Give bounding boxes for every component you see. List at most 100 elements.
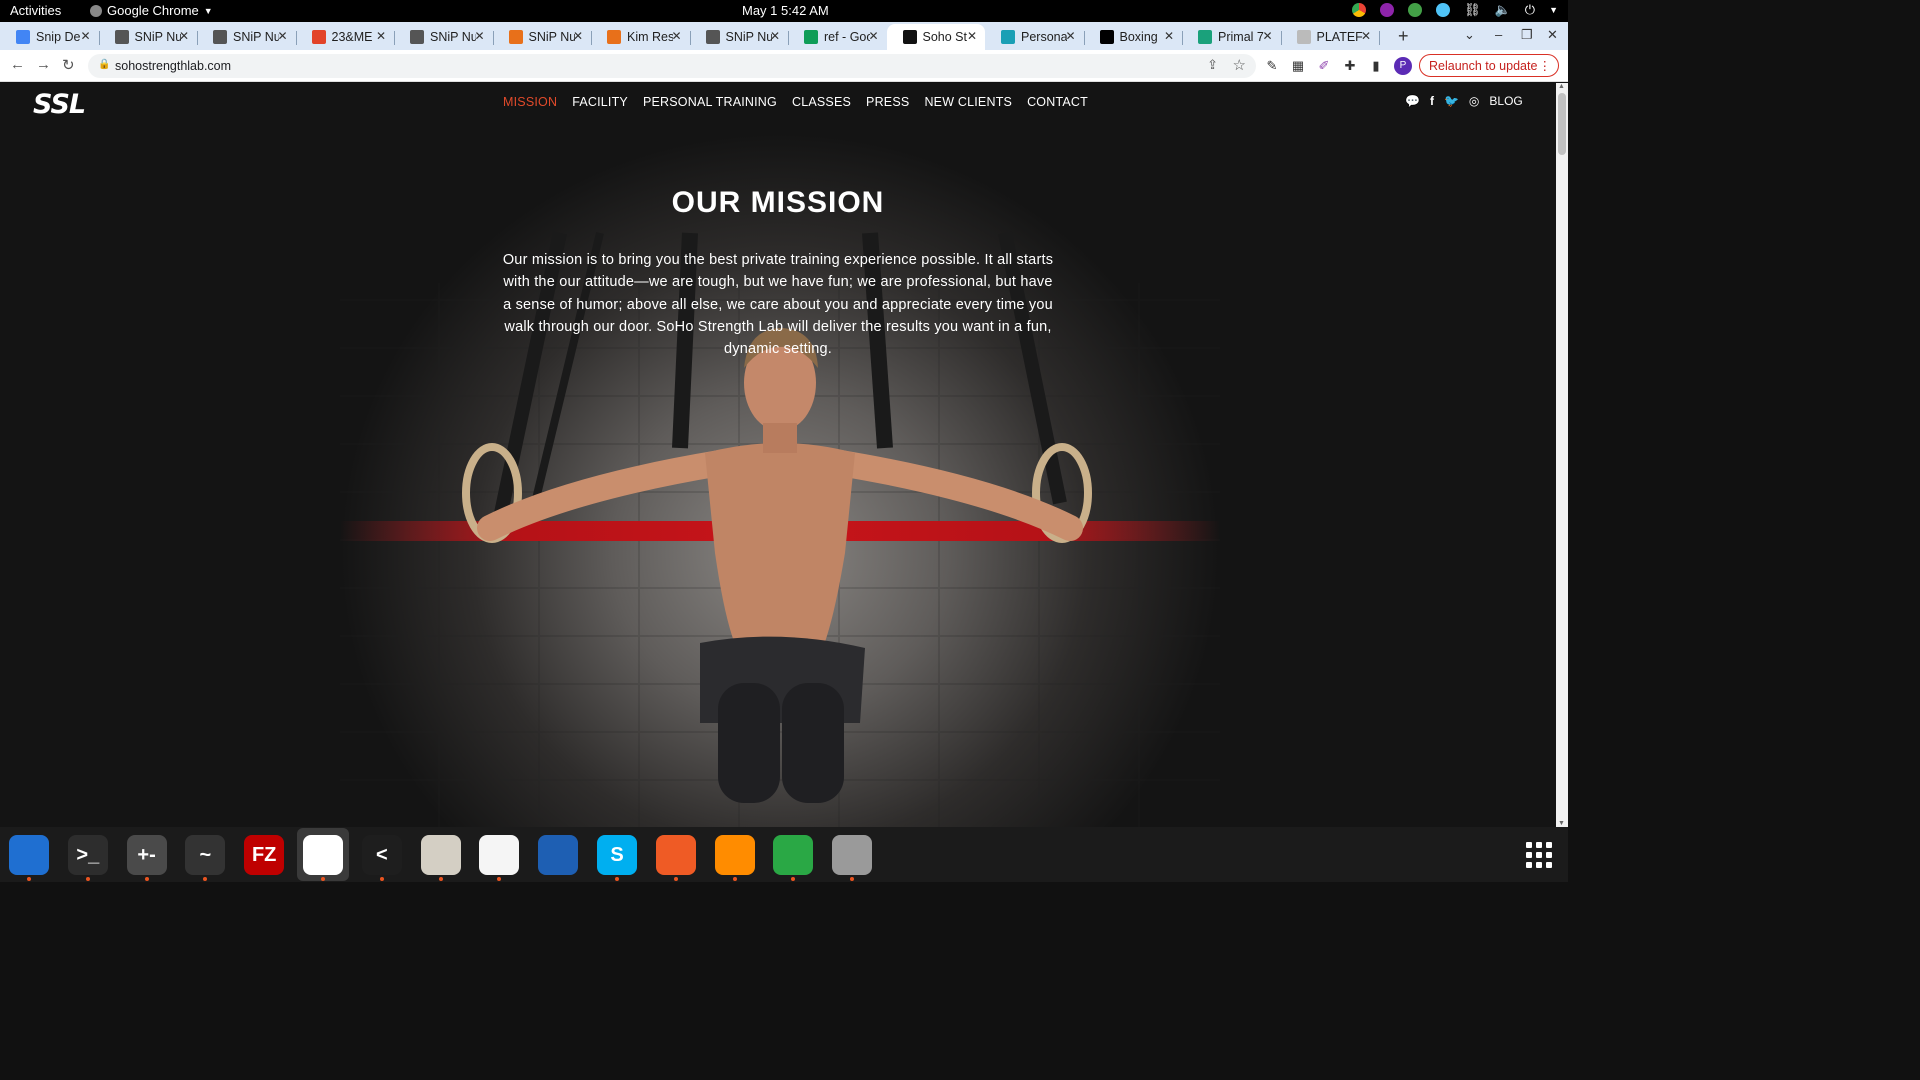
address-bar[interactable]: 🔒 sohostrengthlab.com ⇪ ☆ (88, 54, 1256, 78)
profile-tray-icon[interactable] (1380, 3, 1395, 17)
terminal-app-icon[interactable]: >_ (67, 835, 108, 881)
eyedropper-extension-icon[interactable]: ✎ (1264, 58, 1280, 74)
scroll-up-icon[interactable]: ▲ (1558, 83, 1565, 90)
nav-item-mission[interactable]: MISSION (503, 95, 557, 109)
tab-3[interactable]: 23&ME ✕ (296, 24, 395, 50)
close-tab-icon[interactable]: ✕ (1361, 29, 1371, 43)
tab-13[interactable]: PLATEFI ✕ (1281, 24, 1380, 50)
caret-down-icon[interactable]: ▼ (1549, 5, 1558, 15)
nav-item-new-clients[interactable]: NEW CLIENTS (924, 95, 1012, 109)
show-apps-grid-icon[interactable] (1526, 842, 1552, 868)
pen-extension-icon[interactable]: ✐ (1316, 58, 1332, 74)
nav-item-personal-training[interactable]: PERSONAL TRAINING (643, 95, 777, 109)
new-tab-button[interactable]: + (1398, 26, 1409, 47)
close-tab-icon[interactable]: ✕ (376, 29, 386, 43)
close-tab-icon[interactable]: ✕ (277, 29, 287, 43)
side-panel-icon[interactable]: ▮ (1368, 58, 1384, 74)
lock-icon[interactable]: 🔒 (98, 59, 110, 70)
volume-icon[interactable]: 🔈 (1495, 2, 1511, 18)
profile-avatar[interactable]: P (1394, 57, 1412, 75)
postman-app-icon[interactable] (655, 835, 696, 881)
calendar-extension-icon[interactable]: ▦ (1290, 58, 1306, 74)
puzzle-extensions-icon[interactable]: ✚ (1342, 58, 1358, 74)
tab-search-icon[interactable]: ⌄ (1464, 27, 1475, 43)
minimize-icon[interactable]: – (1495, 27, 1502, 42)
nav-item-facility[interactable]: FACILITY (572, 95, 628, 109)
close-tab-icon[interactable]: ✕ (967, 29, 977, 43)
chat-icon[interactable]: 💬 (1405, 94, 1420, 108)
tab-10[interactable]: Persona ✕ (985, 24, 1084, 50)
calc-sheets-app-icon[interactable] (773, 835, 814, 881)
hotspot-app-icon[interactable] (714, 835, 755, 881)
system-monitor-app-icon[interactable]: ~ (185, 835, 226, 881)
facebook-icon[interactable]: f (1430, 94, 1434, 108)
skype-app-icon[interactable]: S (597, 835, 637, 881)
writer-app-icon[interactable] (538, 835, 579, 875)
nav-item-contact[interactable]: CONTACT (1027, 95, 1088, 109)
tab-7[interactable]: SNiP Nu ✕ (690, 24, 789, 50)
check-tray-icon[interactable] (1408, 3, 1423, 17)
files-app-icon[interactable] (420, 835, 461, 881)
ssl-logo[interactable]: SSL (33, 89, 86, 120)
close-tab-icon[interactable]: ✕ (80, 29, 90, 43)
activities-button[interactable]: Activities (10, 3, 61, 18)
close-tab-icon[interactable]: ✕ (1164, 29, 1174, 43)
tab-11[interactable]: Boxing ✕ (1084, 24, 1183, 50)
system-top-bar: Activities Google Chrome ▼ May 1 5:42 AM… (0, 0, 1568, 22)
reload-icon[interactable]: ↻ (62, 56, 75, 74)
tab-9[interactable]: Soho St ✕ (886, 24, 985, 50)
filezilla-app-icon[interactable]: FZ (244, 835, 285, 875)
restore-icon[interactable]: ❐ (1521, 27, 1533, 43)
text-editor-app-icon[interactable] (479, 835, 520, 881)
scrollbar-thumb[interactable] (1558, 93, 1566, 155)
scroll-down-icon[interactable]: ▼ (1558, 820, 1565, 827)
tab-8[interactable]: ref - Goo ✕ (788, 24, 887, 50)
back-arrow-icon[interactable]: ← (10, 56, 25, 73)
tab-1[interactable]: SNiP Nu ✕ (99, 24, 198, 50)
tab-6[interactable]: Kim Res ✕ (591, 24, 690, 50)
app-menu[interactable]: Google Chrome ▼ (90, 3, 213, 18)
forward-arrow-icon[interactable]: → (36, 56, 51, 73)
chrome-app-icon[interactable] (303, 835, 343, 881)
snip-icon (213, 30, 227, 44)
tab-0[interactable]: Snip De ✕ (0, 24, 99, 50)
tab-separator (1379, 31, 1380, 45)
tab-4[interactable]: SNiP Nu ✕ (394, 24, 493, 50)
more-vert-icon[interactable]: ⋮ (1539, 58, 1552, 73)
page-scrollbar[interactable]: ▲ ▼ (1556, 83, 1568, 827)
close-tab-icon[interactable]: ✕ (868, 29, 878, 43)
close-tab-icon[interactable]: ✕ (1065, 29, 1075, 43)
share-icon[interactable]: ⇪ (1207, 57, 1218, 73)
tab-5[interactable]: SNiP Nu ✕ (493, 24, 592, 50)
thunderbird-app-icon[interactable] (9, 835, 49, 881)
disk-app-icon[interactable] (832, 835, 873, 881)
twitter-icon[interactable]: 🐦 (1444, 94, 1459, 108)
chrome-tray-icon[interactable] (1352, 3, 1367, 17)
nav-item-classes[interactable]: CLASSES (792, 95, 851, 109)
rainbow-icon (607, 30, 621, 44)
power-icon[interactable]: ⏻ (1525, 2, 1535, 18)
nav-item-press[interactable]: PRESS (866, 95, 909, 109)
relaunch-button[interactable]: Relaunch to update ⋮ (1419, 54, 1559, 77)
close-tab-icon[interactable]: ✕ (1262, 29, 1272, 43)
url-text[interactable]: sohostrengthlab.com (115, 59, 231, 73)
calculator-app-icon[interactable]: +- (126, 835, 167, 881)
relaunch-label: Relaunch to update (1429, 58, 1538, 73)
close-window-icon[interactable]: ✕ (1547, 27, 1558, 43)
close-tab-icon[interactable]: ✕ (770, 29, 780, 43)
instagram-icon[interactable]: ◎ (1469, 94, 1479, 108)
close-tab-icon[interactable]: ✕ (474, 29, 484, 43)
site-main-nav: MISSION FACILITY PERSONAL TRAINING CLASSES P… (503, 95, 1088, 109)
clock[interactable]: May 1 5:42 AM (742, 3, 829, 18)
vscode-app-icon[interactable]: < (361, 835, 402, 881)
tab-2[interactable]: SNiP Nu ✕ (197, 24, 296, 50)
close-tab-icon[interactable]: ✕ (179, 29, 189, 43)
bookmark-star-icon[interactable]: ☆ (1233, 56, 1246, 74)
vpn-tray-icon[interactable] (1436, 3, 1451, 17)
blog-link[interactable]: BLOG (1489, 94, 1522, 108)
close-tab-icon[interactable]: ✕ (671, 29, 681, 43)
system-tray[interactable]: ⛓ 🔈 ⏻ ▼ (1352, 2, 1558, 18)
tab-12[interactable]: Primal 7 ✕ (1182, 24, 1281, 50)
network-icon[interactable]: ⛓ (1464, 2, 1481, 18)
close-tab-icon[interactable]: ✕ (573, 29, 583, 43)
